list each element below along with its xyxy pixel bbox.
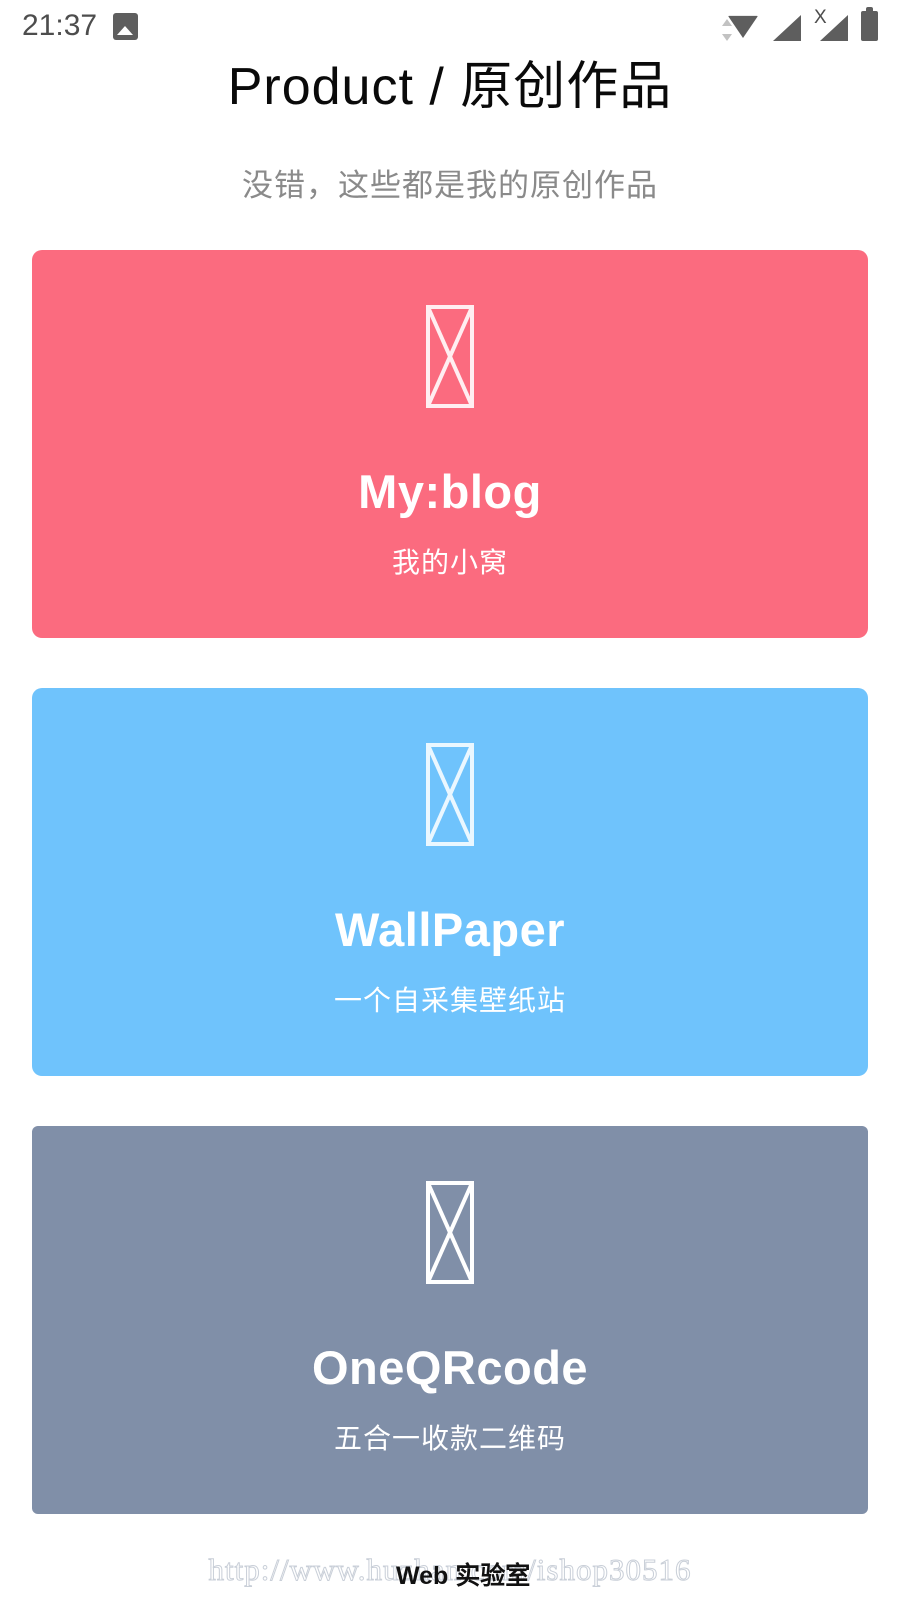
watermark-brand: Web 实验室: [396, 1562, 531, 1590]
wifi-icon: [722, 11, 760, 41]
photo-icon: [113, 12, 139, 40]
status-bar-clock: 21:37: [22, 9, 98, 42]
battery-icon: [861, 7, 878, 41]
phone-screen: 21:37 X Product / 原创作品 没错，这些都是我的原创作品 My:…: [0, 0, 900, 1600]
signal-no-service-icon: X: [814, 7, 848, 41]
product-card-title: WallPaper: [335, 903, 565, 956]
product-card-desc: 我的小窝: [391, 547, 508, 578]
watermark-footer: http://www.huzhan.com/ishop30516 Web 实验室: [0, 1542, 900, 1600]
broken-image-icon: [426, 305, 474, 408]
status-bar-right: X: [722, 7, 878, 41]
product-card-wallpaper[interactable]: WallPaper 一个自采集壁纸站: [32, 688, 868, 1076]
broken-image-icon: [426, 1181, 474, 1284]
status-bar-left: 21:37: [22, 9, 139, 42]
product-card-desc: 一个自采集壁纸站: [333, 985, 566, 1016]
product-card-title: My:blog: [358, 465, 542, 518]
product-card-desc: 五合一收款二维码: [333, 1423, 566, 1454]
broken-image-icon: [426, 743, 474, 846]
product-card-oneqrcode[interactable]: OneQRcode 五合一收款二维码: [32, 1126, 868, 1514]
page-subtitle: 没错，这些都是我的原创作品: [242, 168, 658, 203]
product-card-list: My:blog 我的小窝 WallPaper 一个自采集壁纸站 OneQRcod…: [32, 250, 868, 1564]
product-card-my-blog[interactable]: My:blog 我的小窝: [32, 250, 868, 638]
wifi-transfer-arrows-icon: [722, 19, 732, 41]
product-card-title: OneQRcode: [311, 1341, 589, 1394]
page-title: Product / 原创作品: [227, 58, 673, 116]
status-bar: 21:37 X: [0, 0, 900, 52]
signal-icon: [773, 15, 801, 41]
signal-x-label: X: [814, 7, 827, 28]
